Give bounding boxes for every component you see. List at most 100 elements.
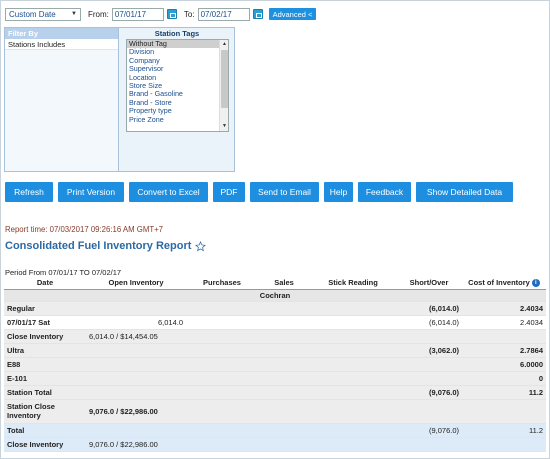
group-row: Cochran xyxy=(4,289,546,302)
report-period: Period From 07/01/17 TO 07/02/17 xyxy=(5,268,122,277)
cell-date: E-101 xyxy=(4,371,86,386)
cell-open xyxy=(86,343,186,358)
cell-short xyxy=(396,371,462,386)
table-row: Station Close Inventory 9,076.0 / $22,98… xyxy=(4,399,546,424)
chevron-down-icon: ▼ xyxy=(71,11,77,17)
date-range-select[interactable]: Custom Date ▼ xyxy=(5,7,81,21)
cell-date: Close Inventory xyxy=(4,329,86,344)
cell-open xyxy=(86,371,186,386)
inventory-table: Date Open Inventory Purchases Sales Stic… xyxy=(4,277,546,452)
page-title: Consolidated Fuel Inventory Report xyxy=(5,240,192,252)
cell-cost xyxy=(462,329,546,344)
table-row: 07/01/17 Sat 6,014.0 (6,014.0) 2.4034 xyxy=(4,315,546,330)
table-row: E88 6.0000 xyxy=(4,357,546,372)
cell-open: 6,014.0 / $14,454.05 xyxy=(86,329,186,344)
send-to-email-button[interactable]: Send to Email xyxy=(250,182,319,202)
feedback-button[interactable]: Feedback xyxy=(358,182,411,202)
print-version-button[interactable]: Print Version xyxy=(58,182,124,202)
cell-cost: 6.0000 xyxy=(462,357,546,372)
cell-cost xyxy=(462,437,546,452)
col-header-cost-of-inventory[interactable]: Cost of Inventory i xyxy=(462,277,546,290)
date-range-value: Custom Date xyxy=(9,9,56,19)
cell-short: (9,076.0) xyxy=(396,385,462,400)
scroll-down-icon[interactable]: ▼ xyxy=(221,123,228,130)
cell-open: 6,014.0 xyxy=(86,315,186,330)
cell-cost xyxy=(462,399,546,424)
table-row: Close Inventory 9,076.0 / $22,986.00 xyxy=(4,437,546,452)
cell-short xyxy=(396,399,462,424)
advanced-button[interactable]: Advanced < xyxy=(268,8,317,20)
pdf-button[interactable]: PDF xyxy=(213,182,245,202)
col-header-stick-reading[interactable]: Stick Reading xyxy=(310,277,396,290)
star-icon[interactable] xyxy=(195,240,207,252)
filter-by-item[interactable]: Stations Includes xyxy=(5,39,118,50)
cell-short: (6,014.0) xyxy=(396,315,462,330)
refresh-button[interactable]: Refresh xyxy=(5,182,53,202)
to-label: To: xyxy=(183,9,195,19)
cell-date: Station Total xyxy=(4,385,86,400)
table-row: Close Inventory 6,014.0 / $14,454.05 xyxy=(4,329,546,344)
cell-cost: 11.2 xyxy=(462,385,546,400)
table-header-row: Date Open Inventory Purchases Sales Stic… xyxy=(4,277,546,290)
convert-to-excel-button[interactable]: Convert to Excel xyxy=(129,182,208,202)
calendar-icon[interactable] xyxy=(166,9,177,19)
info-icon[interactable]: i xyxy=(531,279,540,288)
cell-short xyxy=(396,437,462,452)
cell-cost: 2.7864 xyxy=(462,343,546,358)
col-header-cost-label: Cost of Inventory xyxy=(468,278,530,288)
show-detailed-data-button[interactable]: Show Detailed Data xyxy=(416,182,513,202)
cell-date: 07/01/17 Sat xyxy=(4,315,86,330)
cell-cost: 11.2 xyxy=(462,423,546,438)
listbox-scrollbar[interactable]: ▲ ▼ xyxy=(219,40,228,131)
cell-open: 9,076.0 / $22,986.00 xyxy=(86,437,186,452)
table-row: Regular (6,014.0) 2.4034 xyxy=(4,301,546,316)
from-date-input[interactable]: 07/01/17 xyxy=(111,7,164,21)
to-date-input[interactable]: 07/02/17 xyxy=(197,7,250,21)
cell-date: E88 xyxy=(4,357,86,372)
report-title-wrap: Consolidated Fuel Inventory Report xyxy=(5,240,207,252)
cell-open xyxy=(86,357,186,372)
station-tag-option[interactable]: Price Zone xyxy=(127,115,228,124)
table-row: Total (9,076.0) 11.2 xyxy=(4,423,546,438)
table-row: E-101 0 xyxy=(4,371,546,386)
station-tags-header: Station Tags xyxy=(154,29,200,38)
filter-by-header: Filter By xyxy=(5,28,118,39)
scroll-up-icon[interactable]: ▲ xyxy=(221,41,228,48)
table-row: Ultra (3,062.0) 2.7864 xyxy=(4,343,546,358)
cell-open xyxy=(86,385,186,400)
report-time: Report time: 07/03/2017 09:26:16 AM GMT+… xyxy=(5,225,163,234)
scroll-thumb[interactable] xyxy=(221,50,228,108)
table-row: Station Total (9,076.0) 11.2 xyxy=(4,385,546,400)
station-tags-listbox[interactable]: Without Tag Division Company Supervisor … xyxy=(126,39,229,132)
col-header-sales[interactable]: Sales xyxy=(258,277,310,290)
station-tags-column: Station Tags Without Tag Division Compan… xyxy=(120,28,234,171)
calendar-icon[interactable] xyxy=(252,9,263,19)
filter-by-column: Filter By Stations Includes xyxy=(5,28,119,171)
date-filter-row: Custom Date ▼ From: 07/01/17 To: 07/02/1… xyxy=(5,7,317,21)
col-header-purchases[interactable]: Purchases xyxy=(186,277,258,290)
cell-date: Station Close Inventory xyxy=(4,399,86,424)
help-button[interactable]: Help xyxy=(324,182,353,202)
cell-short xyxy=(396,329,462,344)
col-header-short-over[interactable]: Short/Over xyxy=(396,277,462,290)
filter-panel: Filter By Stations Includes Station Tags… xyxy=(4,27,235,172)
action-toolbar: Refresh Print Version Convert to Excel P… xyxy=(5,182,518,202)
col-header-open-inventory[interactable]: Open Inventory xyxy=(86,277,186,290)
cell-cost: 2.4034 xyxy=(462,315,546,330)
col-header-date[interactable]: Date xyxy=(4,277,86,290)
cell-date: Total xyxy=(4,423,86,438)
cell-open xyxy=(86,423,186,438)
cell-date: Ultra xyxy=(4,343,86,358)
cell-short: (3,062.0) xyxy=(396,343,462,358)
cell-short xyxy=(396,357,462,372)
cell-open: 9,076.0 / $22,986.00 xyxy=(86,399,186,424)
cell-cost: 0 xyxy=(462,371,546,386)
cell-date: Close Inventory xyxy=(4,437,86,452)
cell-date: Regular xyxy=(4,301,86,316)
cell-short: (9,076.0) xyxy=(396,423,462,438)
cell-cost: 2.4034 xyxy=(462,301,546,316)
cell-short: (6,014.0) xyxy=(396,301,462,316)
from-label: From: xyxy=(88,9,109,19)
cell-open xyxy=(86,301,186,316)
group-label: Cochran xyxy=(4,289,546,302)
